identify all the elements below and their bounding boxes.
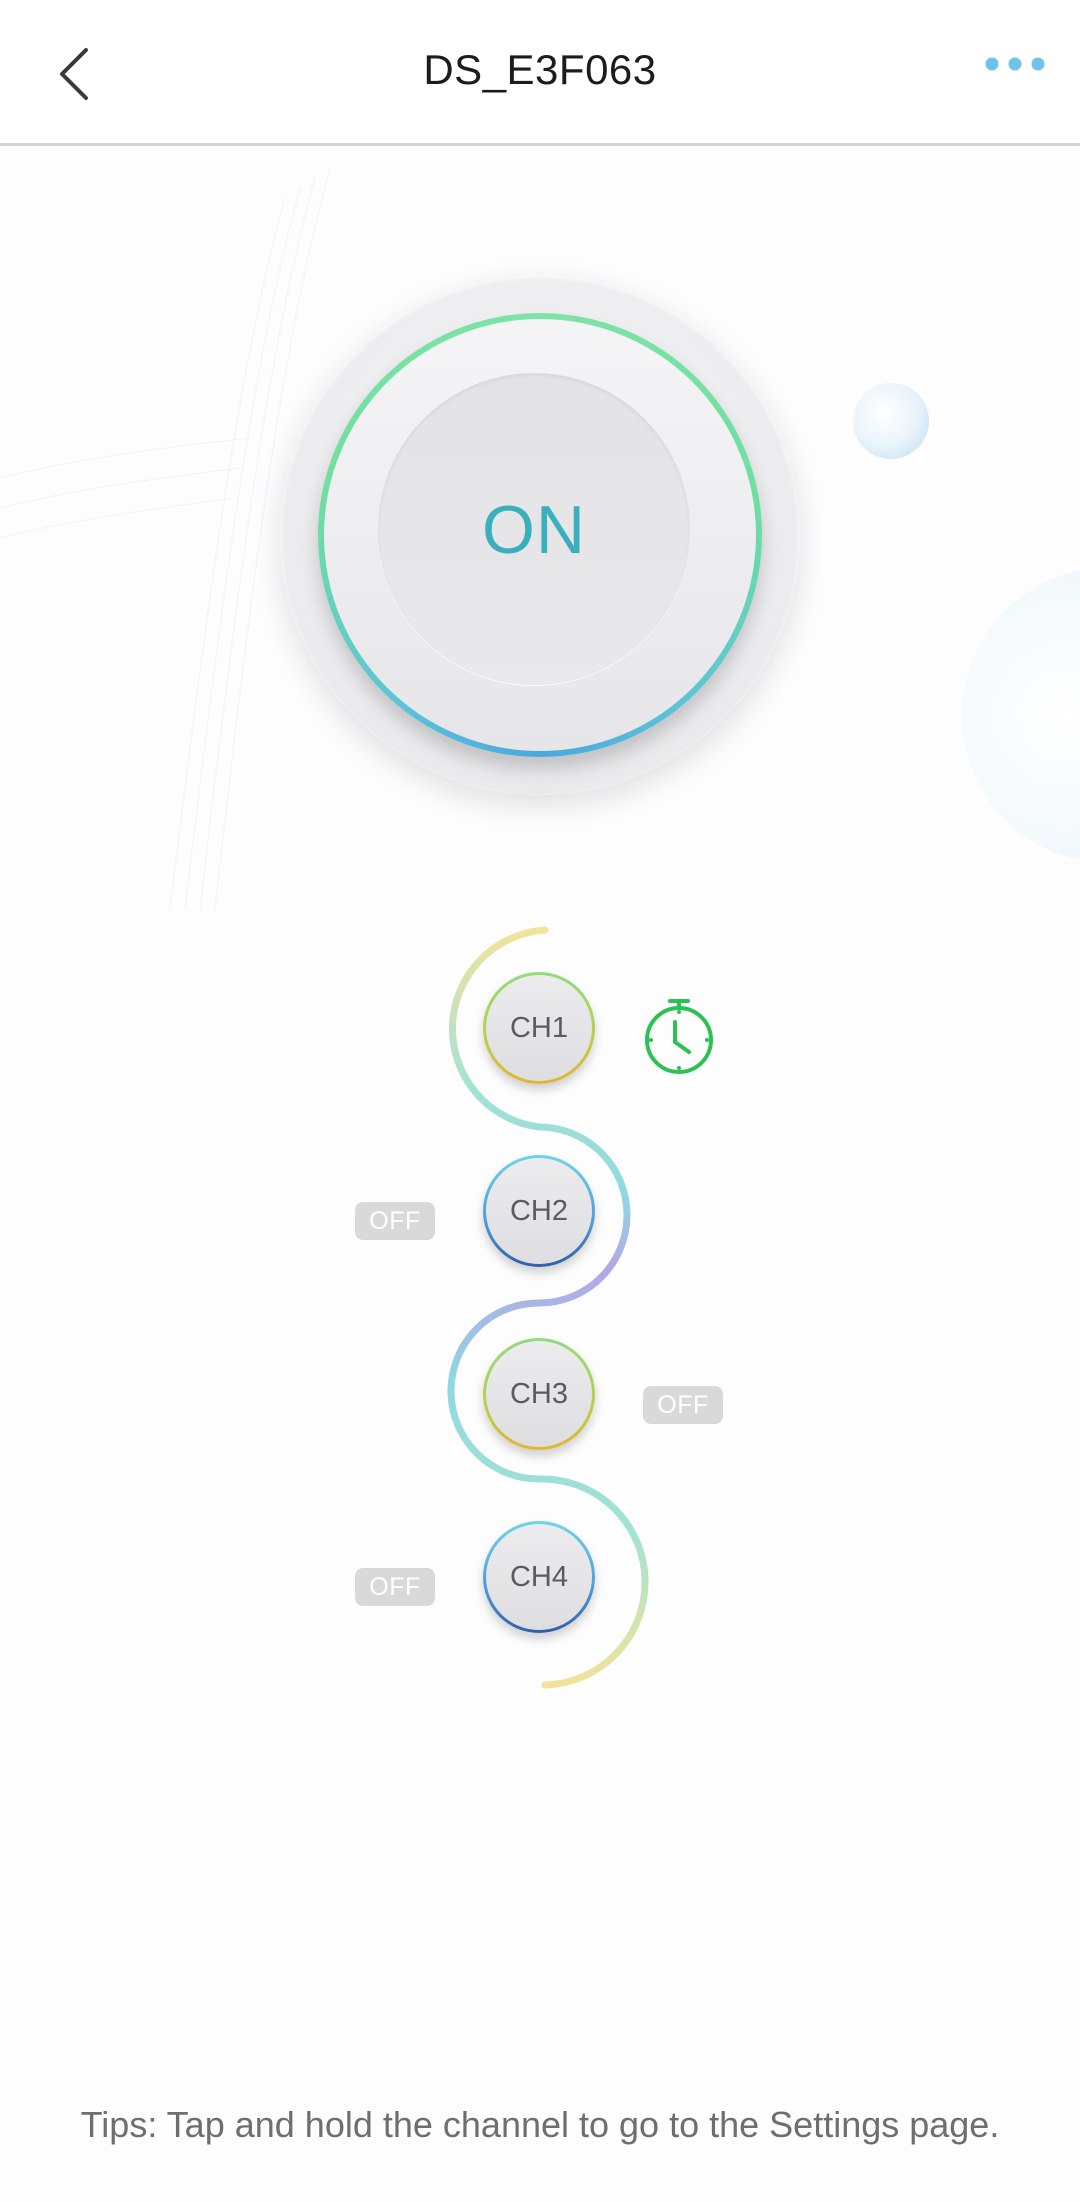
channel-1-label: CH1	[486, 975, 592, 1081]
power-button-face: ON	[378, 373, 690, 685]
channel-1-button[interactable]: CH1	[483, 972, 595, 1084]
channel-4-button[interactable]: CH4	[483, 1521, 595, 1633]
channel-3-status-badge: OFF	[643, 1386, 723, 1424]
channel-2-label: CH2	[486, 1158, 592, 1264]
channel-2-status-badge: OFF	[355, 1202, 435, 1240]
channel-3-label: CH3	[486, 1341, 592, 1447]
power-state-label: ON	[482, 492, 586, 568]
page-title: DS_E3F063	[423, 46, 657, 93]
channel-4-label: CH4	[486, 1524, 592, 1630]
more-dots-icon	[985, 57, 1045, 71]
large-bubble	[962, 570, 1080, 860]
power-toggle[interactable]: ON	[280, 275, 800, 795]
stopwatch-icon	[645, 999, 713, 1074]
tips-text: Tips: Tap and hold the channel to go to …	[80, 2104, 1000, 2145]
top-app-bar: DS_E3F063	[0, 0, 1080, 146]
channel-2-button[interactable]: CH2	[483, 1155, 595, 1267]
channel-3-button[interactable]: CH3	[483, 1338, 595, 1450]
channel-4-status-badge: OFF	[355, 1568, 435, 1606]
power-button[interactable]: ON	[318, 313, 762, 757]
more-options-button[interactable]	[980, 50, 1050, 80]
small-bubble	[853, 383, 929, 459]
channel-1-timer-button[interactable]	[642, 996, 716, 1076]
